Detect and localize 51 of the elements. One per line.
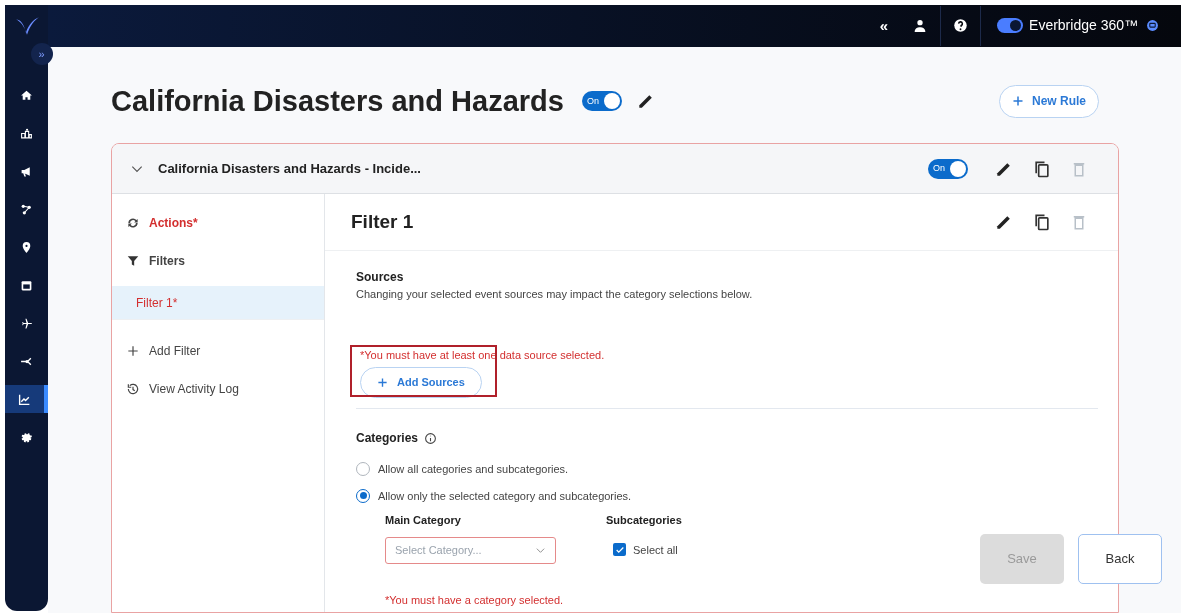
checkbox[interactable] [613, 543, 626, 557]
map-pin-icon [20, 240, 33, 254]
home-icon [20, 88, 33, 102]
plus-icon [377, 377, 388, 388]
product-toggle[interactable] [997, 18, 1024, 34]
error-message: *You must have a category selected. [385, 592, 565, 608]
check-icon [614, 544, 625, 555]
product-name: Everbridge 360™ [1029, 16, 1138, 36]
help-icon [953, 18, 969, 34]
filter-icon [126, 254, 140, 268]
chat-icon [1146, 19, 1159, 33]
sidebar-item[interactable]: Filters [112, 248, 324, 274]
calendar-icon [20, 278, 33, 292]
checkbox-label: Select all [633, 542, 678, 558]
chart-icon [18, 392, 31, 406]
field-label: Subcategories [606, 513, 682, 528]
sidebar-item[interactable]: Add Filter [112, 338, 324, 364]
field-label: Main Category [385, 513, 462, 528]
copy-icon [1032, 212, 1052, 232]
nav-item[interactable] [5, 385, 48, 413]
settings-icon [20, 430, 33, 444]
collapse-button[interactable]: « [867, 14, 901, 37]
airplane-icon [20, 316, 33, 330]
copy-button[interactable] [1032, 212, 1052, 232]
plus-icon [126, 344, 140, 358]
sidebar-item[interactable]: Filter 1* [112, 286, 324, 320]
add-sources-button[interactable]: Add Sources [360, 367, 482, 398]
filter-title: Filter 1 [351, 209, 414, 234]
info-icon [424, 431, 438, 445]
expand-button[interactable]: » [30, 43, 53, 65]
sidebar-item[interactable]: Actions* [112, 210, 324, 236]
status-toggle[interactable]: On [928, 158, 968, 179]
nodes-icon [20, 202, 33, 216]
radio-label: Allow only the selected category and subcategories. [378, 488, 632, 504]
radio-label: Allow all categories and subcategories. [378, 462, 569, 477]
status-toggle[interactable]: On [581, 91, 622, 112]
category-select[interactable]: Select Category... [385, 536, 556, 564]
back-button[interactable]: Back [1078, 534, 1162, 584]
people-icon [20, 126, 33, 140]
sync-icon [126, 216, 140, 230]
plus-icon [1012, 95, 1024, 108]
section-heading: Sources [356, 269, 405, 286]
new-rule-button[interactable]: New Rule [999, 84, 1099, 118]
rule-title: California Disasters and Hazards - Incide... [158, 159, 421, 178]
section-description: Changing your selected event sources may impact the category selections below. [356, 287, 754, 302]
page-title: California Disasters and Hazards [111, 83, 564, 119]
history-icon [126, 382, 140, 396]
section-heading: Categories [356, 430, 419, 447]
error-message: *You must have at least one data source selected. [360, 347, 606, 363]
megaphone-icon [20, 164, 33, 178]
sidebar-item[interactable]: View Activity Log [112, 376, 324, 402]
